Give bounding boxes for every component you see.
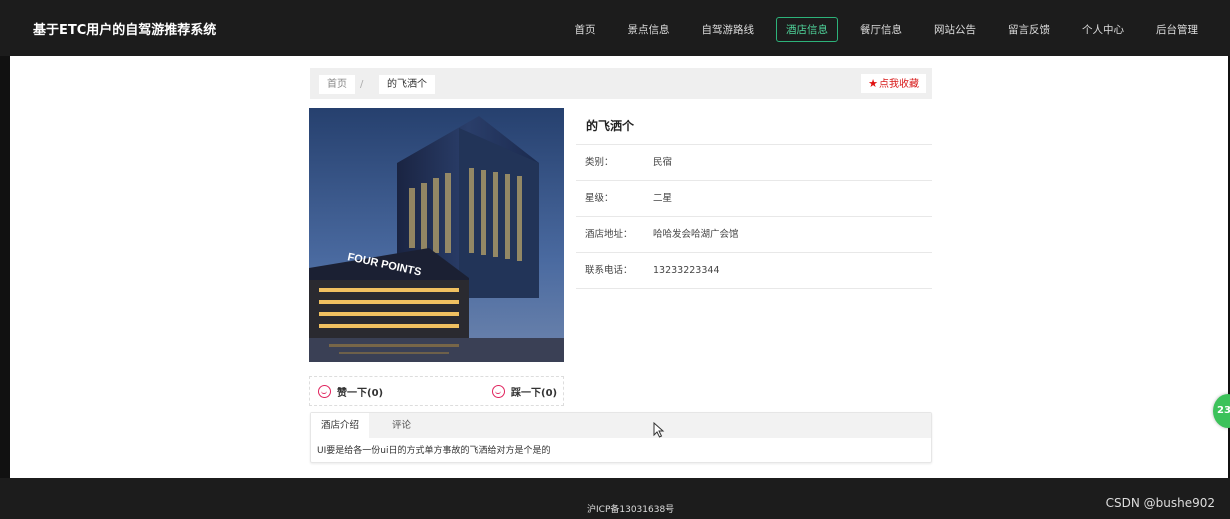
dislike-label: 踩一下(0) bbox=[511, 388, 558, 399]
tab-comments[interactable]: 评论 bbox=[382, 413, 421, 438]
icp-record[interactable]: 沪ICP备13031638号 bbox=[587, 502, 674, 515]
main-content: 首页 / 的飞洒个 ★点我收藏 FOUR POINTS 的飞洒个 类别： 民宿 … bbox=[10, 56, 1228, 478]
favorite-label: 点我收藏 bbox=[879, 79, 919, 90]
info-row-star: 星级： 二星 bbox=[576, 181, 932, 217]
breadcrumb: 首页 / 的飞洒个 ★点我收藏 bbox=[310, 68, 932, 99]
info-row-address: 酒店地址： 哈哈发会哈湖广会馆 bbox=[576, 217, 932, 253]
info-value: 二星 bbox=[653, 193, 673, 204]
tab-content: UI要是给各一份ui日的方式单方事故的飞洒给对方是个是的 bbox=[317, 446, 551, 456]
tab-header: 酒店介绍 评论 bbox=[311, 413, 931, 438]
nav-item-announcements[interactable]: 网站公告 bbox=[924, 17, 986, 42]
favorite-button[interactable]: ★点我收藏 bbox=[861, 74, 926, 93]
footer: 沪ICP备13031638号 CSDN @bushe902 bbox=[0, 478, 1230, 519]
info-key: 星级： bbox=[585, 193, 614, 204]
smile-icon bbox=[318, 385, 331, 398]
nav-item-profile[interactable]: 个人中心 bbox=[1072, 17, 1134, 42]
site-brand[interactable]: 基于ETC用户的自驾游推荐系统 bbox=[33, 19, 216, 38]
info-row-category: 类别： 民宿 bbox=[576, 145, 932, 181]
dislike-button[interactable]: 踩一下(0) bbox=[492, 384, 557, 399]
top-navbar: 基于ETC用户的自驾游推荐系统 首页 景点信息 自驾游路线 酒店信息 餐厅信息 … bbox=[0, 0, 1230, 56]
hotel-name: 的飞洒个 bbox=[576, 108, 932, 145]
breadcrumb-current: 的飞洒个 bbox=[379, 75, 435, 94]
nav-item-feedback[interactable]: 留言反馈 bbox=[998, 17, 1060, 42]
screen: 基于ETC用户的自驾游推荐系统 首页 景点信息 自驾游路线 酒店信息 餐厅信息 … bbox=[0, 0, 1230, 519]
nav-item-admin[interactable]: 后台管理 bbox=[1146, 17, 1208, 42]
info-key: 联系电话： bbox=[585, 265, 633, 276]
star-icon: ★ bbox=[868, 77, 878, 90]
detail-tabs: 酒店介绍 评论 UI要是给各一份ui日的方式单方事故的飞洒给对方是个是的 bbox=[310, 412, 932, 463]
info-value: 民宿 bbox=[653, 157, 673, 168]
breadcrumb-separator: / bbox=[360, 79, 364, 90]
hotel-info: 的飞洒个 类别： 民宿 星级： 二星 酒店地址： 哈哈发会哈湖广会馆 联系电话：… bbox=[576, 108, 932, 289]
mouse-cursor-icon bbox=[653, 421, 665, 442]
nav-item-routes[interactable]: 自驾游路线 bbox=[692, 17, 765, 42]
tab-hotel-intro[interactable]: 酒店介绍 bbox=[311, 413, 370, 438]
nav-item-hotels[interactable]: 酒店信息 bbox=[776, 17, 838, 42]
smile-icon bbox=[492, 385, 505, 398]
nav-item-attractions[interactable]: 景点信息 bbox=[618, 17, 680, 42]
watermark: CSDN @bushe902 bbox=[1105, 496, 1215, 510]
info-row-phone: 联系电话： 13233223344 bbox=[576, 253, 932, 289]
breadcrumb-home[interactable]: 首页 bbox=[319, 75, 355, 94]
nav-menu: 首页 景点信息 自驾游路线 酒店信息 餐厅信息 网站公告 留言反馈 个人中心 后… bbox=[553, 17, 1209, 42]
info-key: 酒店地址： bbox=[585, 229, 633, 240]
vote-bar: 赞一下(0) 踩一下(0) bbox=[309, 376, 564, 406]
nav-item-restaurants[interactable]: 餐厅信息 bbox=[850, 17, 912, 42]
info-key: 类别： bbox=[585, 157, 614, 168]
info-value: 哈哈发会哈湖广会馆 bbox=[653, 229, 739, 240]
hotel-image: FOUR POINTS bbox=[309, 108, 564, 362]
info-value: 13233223344 bbox=[653, 265, 720, 276]
nav-item-home[interactable]: 首页 bbox=[565, 17, 606, 42]
like-label: 赞一下(0) bbox=[337, 388, 384, 399]
like-button[interactable]: 赞一下(0) bbox=[318, 384, 383, 399]
